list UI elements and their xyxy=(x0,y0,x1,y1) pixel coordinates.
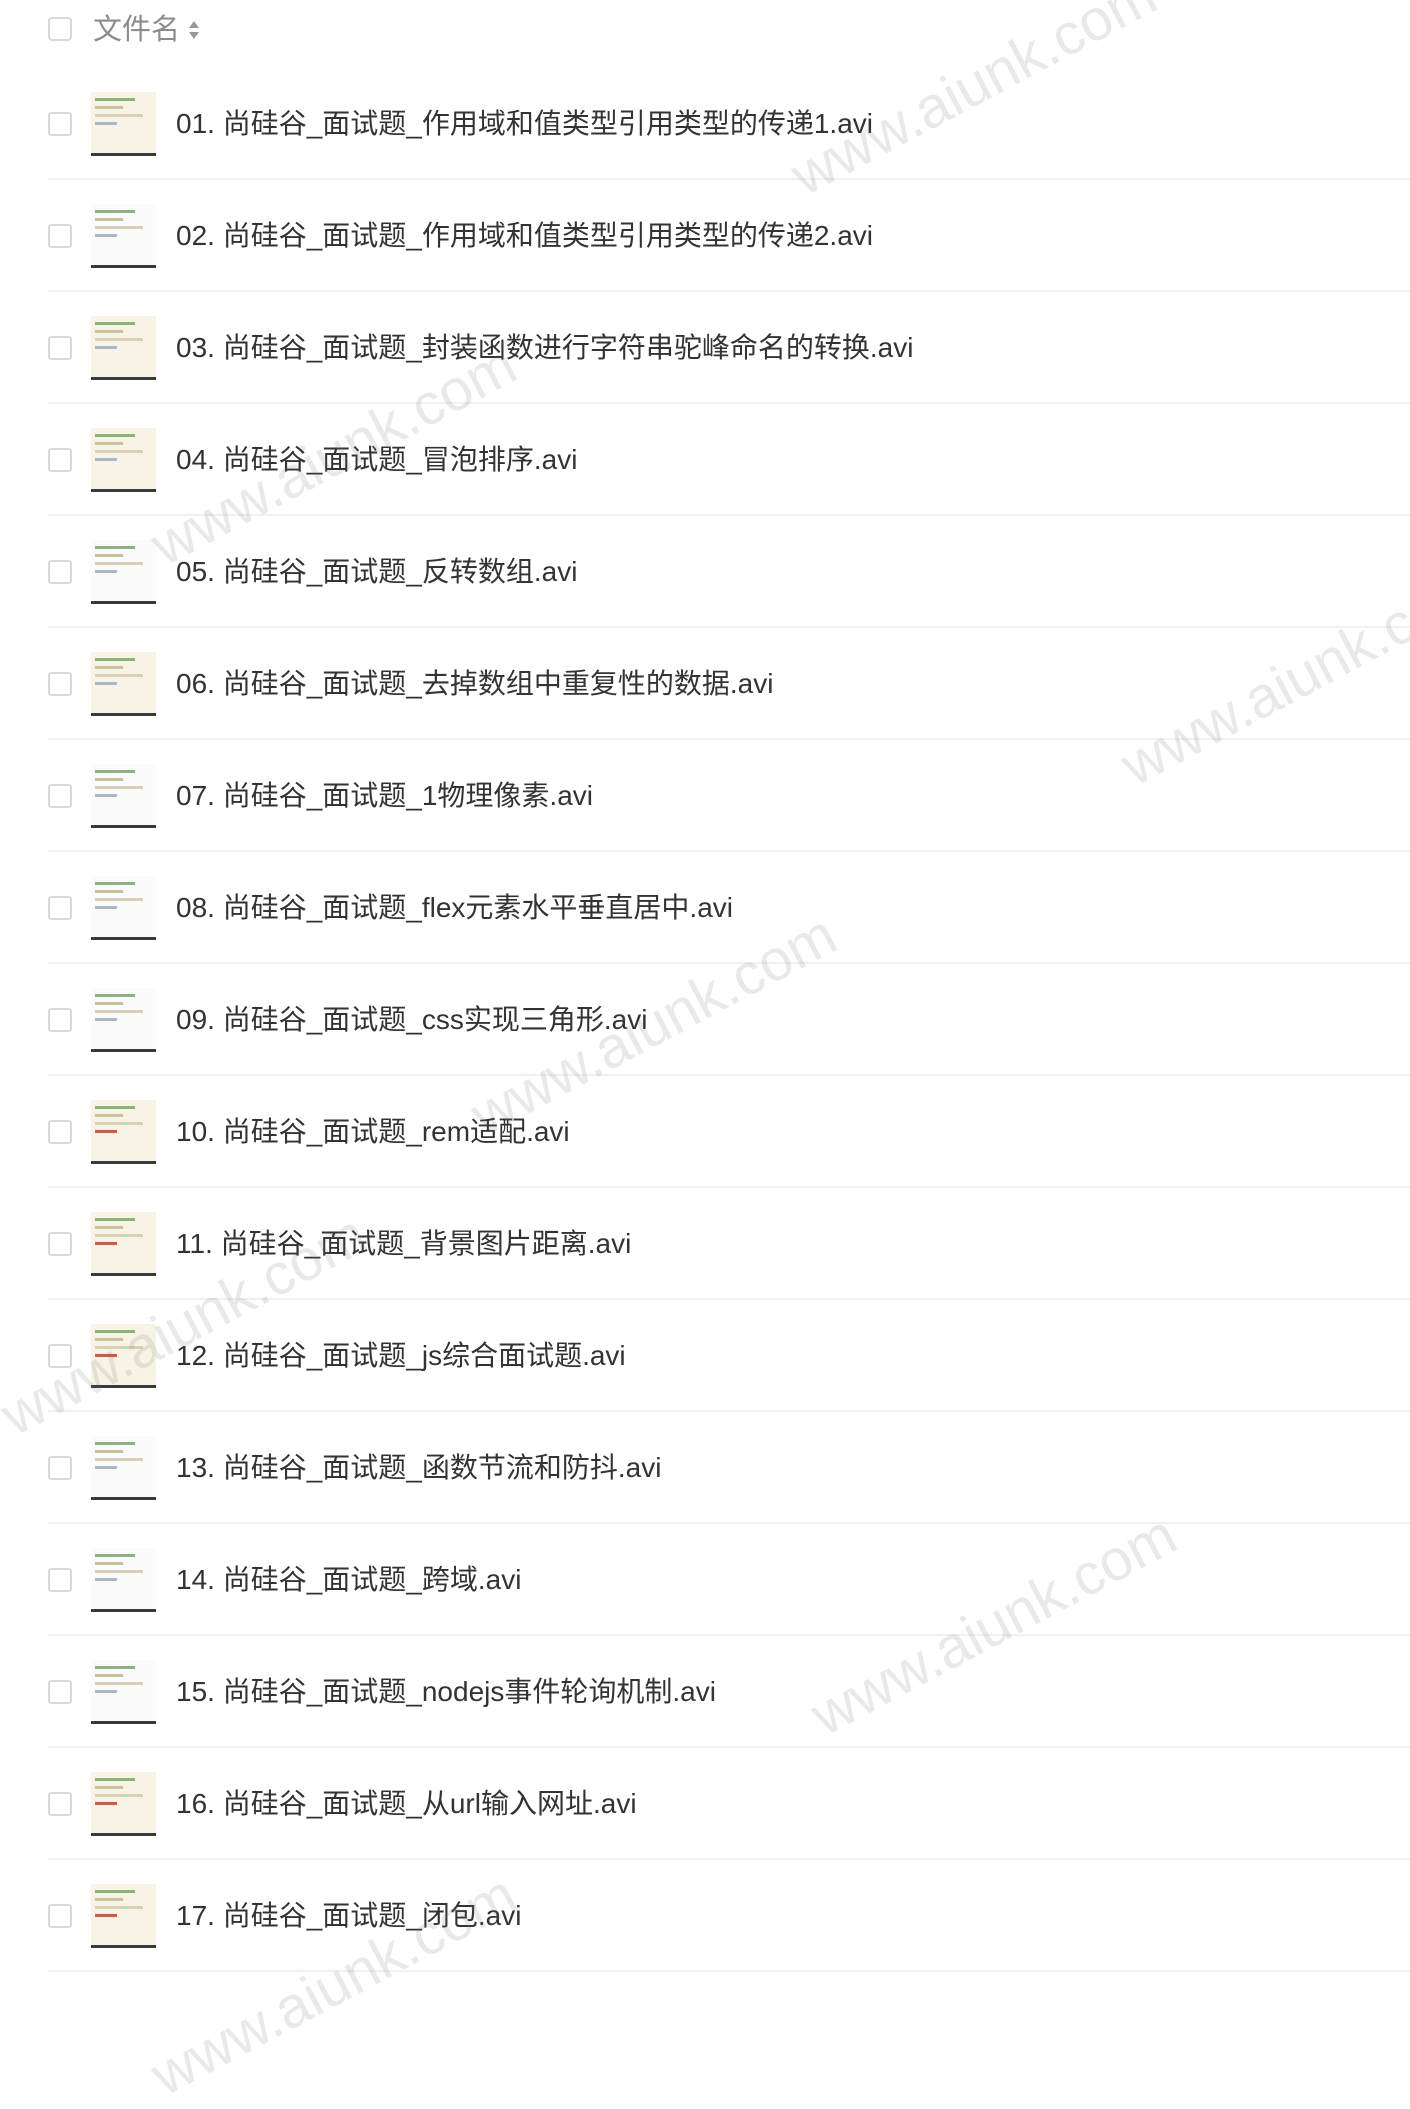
file-name[interactable]: 01. 尚硅谷_面试题_作用域和值类型引用类型的传递1.avi xyxy=(176,106,873,142)
file-name[interactable]: 10. 尚硅谷_面试题_rem适配.avi xyxy=(176,1114,570,1150)
file-name[interactable]: 09. 尚硅谷_面试题_css实现三角形.avi xyxy=(176,1002,647,1038)
filename-column-header[interactable]: 文件名 xyxy=(93,12,180,48)
video-thumbnail[interactable] xyxy=(91,428,156,492)
file-name[interactable]: 17. 尚硅谷_面试题_闭包.avi xyxy=(176,1898,521,1934)
file-name[interactable]: 06. 尚硅谷_面试题_去掉数组中重复性的数据.avi xyxy=(176,666,773,702)
file-name[interactable]: 02. 尚硅谷_面试题_作用域和值类型引用类型的传递2.avi xyxy=(176,218,873,254)
file-checkbox[interactable] xyxy=(48,448,72,472)
file-row[interactable]: 13. 尚硅谷_面试题_函数节流和防抖.avi xyxy=(0,1412,1410,1524)
file-name[interactable]: 16. 尚硅谷_面试题_从url输入网址.avi xyxy=(176,1786,637,1822)
file-row[interactable]: 01. 尚硅谷_面试题_作用域和值类型引用类型的传递1.avi xyxy=(0,68,1410,180)
file-checkbox[interactable] xyxy=(48,896,72,920)
file-name[interactable]: 07. 尚硅谷_面试题_1物理像素.avi xyxy=(176,778,593,814)
video-thumbnail[interactable] xyxy=(91,1324,156,1388)
video-thumbnail[interactable] xyxy=(91,1548,156,1612)
file-checkbox[interactable] xyxy=(48,1232,72,1256)
video-thumbnail[interactable] xyxy=(91,1100,156,1164)
file-checkbox[interactable] xyxy=(48,1568,72,1592)
file-name[interactable]: 12. 尚硅谷_面试题_js综合面试题.avi xyxy=(176,1338,626,1374)
video-thumbnail[interactable] xyxy=(91,1884,156,1948)
file-row[interactable]: 07. 尚硅谷_面试题_1物理像素.avi xyxy=(0,740,1410,852)
video-thumbnail[interactable] xyxy=(91,540,156,604)
file-checkbox[interactable] xyxy=(48,1456,72,1480)
file-name[interactable]: 04. 尚硅谷_面试题_冒泡排序.avi xyxy=(176,442,577,478)
file-name[interactable]: 13. 尚硅谷_面试题_函数节流和防抖.avi xyxy=(176,1450,661,1486)
file-name[interactable]: 14. 尚硅谷_面试题_跨域.avi xyxy=(176,1562,521,1598)
file-name[interactable]: 11. 尚硅谷_面试题_背景图片距离.avi xyxy=(176,1226,631,1262)
file-checkbox[interactable] xyxy=(48,336,72,360)
file-row[interactable]: 06. 尚硅谷_面试题_去掉数组中重复性的数据.avi xyxy=(0,628,1410,740)
file-name[interactable]: 05. 尚硅谷_面试题_反转数组.avi xyxy=(176,554,577,590)
video-thumbnail[interactable] xyxy=(91,1772,156,1836)
file-checkbox[interactable] xyxy=(48,1344,72,1368)
video-thumbnail[interactable] xyxy=(91,652,156,716)
file-checkbox[interactable] xyxy=(48,112,72,136)
file-checkbox[interactable] xyxy=(48,1792,72,1816)
file-row[interactable]: 02. 尚硅谷_面试题_作用域和值类型引用类型的传递2.avi xyxy=(0,180,1410,292)
file-checkbox[interactable] xyxy=(48,1680,72,1704)
file-row[interactable]: 03. 尚硅谷_面试题_封装函数进行字符串驼峰命名的转换.avi xyxy=(0,292,1410,404)
sort-icon[interactable] xyxy=(188,18,200,42)
video-thumbnail[interactable] xyxy=(91,988,156,1052)
video-thumbnail[interactable] xyxy=(91,316,156,380)
file-checkbox[interactable] xyxy=(48,784,72,808)
file-row[interactable]: 05. 尚硅谷_面试题_反转数组.avi xyxy=(0,516,1410,628)
file-name[interactable]: 15. 尚硅谷_面试题_nodejs事件轮询机制.avi xyxy=(176,1674,716,1710)
video-thumbnail[interactable] xyxy=(91,764,156,828)
file-row[interactable]: 12. 尚硅谷_面试题_js综合面试题.avi xyxy=(0,1300,1410,1412)
select-all-checkbox[interactable] xyxy=(48,17,72,41)
video-thumbnail[interactable] xyxy=(91,1212,156,1276)
file-row[interactable]: 11. 尚硅谷_面试题_背景图片距离.avi xyxy=(0,1188,1410,1300)
video-thumbnail[interactable] xyxy=(91,92,156,156)
file-row[interactable]: 10. 尚硅谷_面试题_rem适配.avi xyxy=(0,1076,1410,1188)
video-thumbnail[interactable] xyxy=(91,1660,156,1724)
file-checkbox[interactable] xyxy=(48,672,72,696)
row-divider xyxy=(48,1970,1410,1972)
file-checkbox[interactable] xyxy=(48,560,72,584)
file-checkbox[interactable] xyxy=(48,224,72,248)
file-row[interactable]: 17. 尚硅谷_面试题_闭包.avi xyxy=(0,1860,1410,1972)
file-row[interactable]: 14. 尚硅谷_面试题_跨域.avi xyxy=(0,1524,1410,1636)
file-name[interactable]: 08. 尚硅谷_面试题_flex元素水平垂直居中.avi xyxy=(176,890,733,926)
file-name[interactable]: 03. 尚硅谷_面试题_封装函数进行字符串驼峰命名的转换.avi xyxy=(176,330,913,366)
list-header: 文件名 xyxy=(0,0,1410,60)
file-row[interactable]: 04. 尚硅谷_面试题_冒泡排序.avi xyxy=(0,404,1410,516)
file-row[interactable]: 16. 尚硅谷_面试题_从url输入网址.avi xyxy=(0,1748,1410,1860)
file-checkbox[interactable] xyxy=(48,1008,72,1032)
video-thumbnail[interactable] xyxy=(91,204,156,268)
video-thumbnail[interactable] xyxy=(91,1436,156,1500)
file-checkbox[interactable] xyxy=(48,1904,72,1928)
file-row[interactable]: 08. 尚硅谷_面试题_flex元素水平垂直居中.avi xyxy=(0,852,1410,964)
file-row[interactable]: 15. 尚硅谷_面试题_nodejs事件轮询机制.avi xyxy=(0,1636,1410,1748)
video-thumbnail[interactable] xyxy=(91,876,156,940)
file-checkbox[interactable] xyxy=(48,1120,72,1144)
file-row[interactable]: 09. 尚硅谷_面试题_css实现三角形.avi xyxy=(0,964,1410,1076)
